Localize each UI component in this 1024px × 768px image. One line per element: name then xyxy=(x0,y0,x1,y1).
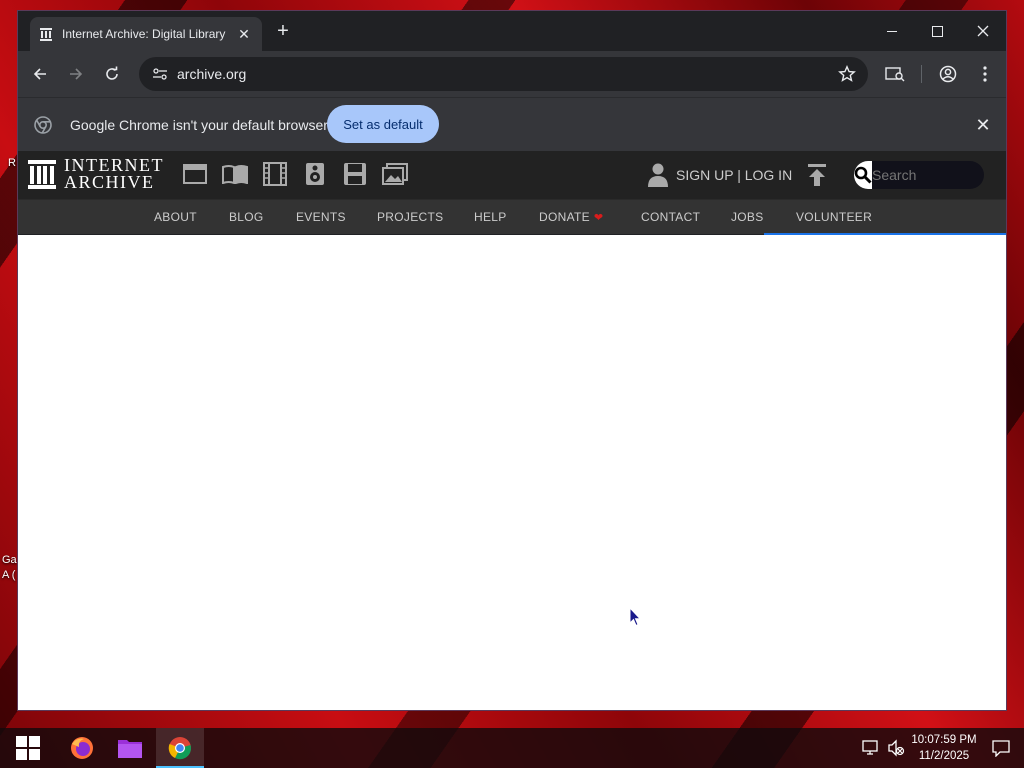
tab-strip: Internet Archive: Digital Library ✕ + xyxy=(18,11,1006,51)
url-text: archive.org xyxy=(177,66,247,82)
ia-logo[interactable]: INTERNET ARCHIVE xyxy=(28,156,164,192)
volume-muted-icon[interactable] xyxy=(887,739,905,757)
nav-item-blog[interactable]: BLOG xyxy=(229,210,264,224)
tab-close-icon[interactable]: ✕ xyxy=(234,26,254,43)
mouse-cursor-icon xyxy=(629,607,641,627)
tab-title: Internet Archive: Digital Library xyxy=(62,27,226,41)
site-info-icon[interactable] xyxy=(143,57,177,91)
nav-item-about[interactable]: ABOUT xyxy=(154,210,197,224)
heart-icon: ❤ xyxy=(593,212,604,224)
ia-temple-icon xyxy=(28,160,56,189)
back-icon[interactable] xyxy=(28,62,52,86)
ia-top-bar: INTERNET ARCHIVE SIGN UP | LOG IN xyxy=(18,151,1006,199)
nav-item-jobs[interactable]: JOBS xyxy=(731,210,764,224)
clock-date: 11/2/2025 xyxy=(918,750,970,762)
system-clock[interactable]: 10:07:59 PM 11/2/2025 xyxy=(904,732,984,764)
browser-tab[interactable]: Internet Archive: Digital Library ✕ xyxy=(30,17,262,51)
firefox-icon[interactable] xyxy=(58,728,106,768)
set-as-default-button[interactable]: Set as default xyxy=(327,105,439,143)
ia-nav-bar: ABOUT BLOG EVENTS PROJECTS HELP DONATE ❤ … xyxy=(18,199,1006,236)
address-bar[interactable]: archive.org xyxy=(139,57,868,91)
nav-item-events[interactable]: EVENTS xyxy=(296,210,346,224)
nav-item-projects[interactable]: PROJECTS xyxy=(377,210,443,224)
texts-icon[interactable] xyxy=(222,161,248,187)
infobar-message: Google Chrome isn't your default browser xyxy=(70,117,328,133)
minimize-icon[interactable] xyxy=(869,11,915,51)
close-window-icon[interactable] xyxy=(960,11,1006,51)
network-icon[interactable] xyxy=(862,739,880,757)
user-account-icon[interactable] xyxy=(647,162,671,188)
reload-icon[interactable] xyxy=(100,62,124,86)
video-icon[interactable] xyxy=(262,161,288,187)
desktop-label-fragment: A ( xyxy=(2,569,16,581)
software-icon[interactable] xyxy=(342,161,368,187)
bookmark-star-icon[interactable] xyxy=(838,65,856,83)
profile-icon[interactable] xyxy=(936,62,960,86)
desktop-label-fragment: Ga xyxy=(2,554,17,566)
search-icon[interactable] xyxy=(854,161,872,189)
infobar-close-icon[interactable]: ✕ xyxy=(974,115,992,136)
start-icon[interactable] xyxy=(4,728,52,768)
new-tab-icon[interactable]: + xyxy=(272,20,294,42)
audio-icon[interactable] xyxy=(302,161,328,187)
ia-logo-line2: ARCHIVE xyxy=(64,172,155,192)
nav-item-help[interactable]: HELP xyxy=(474,210,507,224)
default-browser-infobar: Google Chrome isn't your default browser… xyxy=(18,97,1006,151)
toolbar-separator xyxy=(921,65,922,83)
menu-kebab-icon[interactable] xyxy=(973,62,997,86)
taskbar: 10:07:59 PM 11/2/2025 xyxy=(0,728,1024,768)
browser-window: Internet Archive: Digital Library ✕ + ar… xyxy=(17,10,1007,711)
maximize-icon[interactable] xyxy=(914,11,960,51)
file-explorer-icon[interactable] xyxy=(106,728,154,768)
search-input[interactable] xyxy=(872,161,984,189)
archive-favicon-icon xyxy=(38,26,54,42)
reading-mode-icon[interactable] xyxy=(883,62,907,86)
chrome-logo-icon xyxy=(34,116,52,134)
upload-icon[interactable] xyxy=(807,163,829,187)
forward-icon[interactable] xyxy=(64,62,88,86)
page-content-area xyxy=(18,235,1006,710)
chrome-icon[interactable] xyxy=(156,728,204,768)
sign-up-log-in-link[interactable]: SIGN UP | LOG IN xyxy=(676,167,792,183)
nav-item-donate[interactable]: DONATE ❤ xyxy=(539,210,603,224)
images-icon[interactable] xyxy=(382,161,408,187)
web-icon[interactable] xyxy=(182,161,208,187)
desktop-label-fragment: R xyxy=(8,157,16,169)
nav-item-volunteer[interactable]: VOLUNTEER xyxy=(796,210,872,224)
clock-time: 10:07:59 PM xyxy=(911,734,977,746)
nav-item-donate-label: DONATE xyxy=(539,210,590,224)
ia-search-box[interactable] xyxy=(854,161,984,189)
browser-toolbar: archive.org xyxy=(18,51,1006,97)
nav-item-contact[interactable]: CONTACT xyxy=(641,210,700,224)
notification-icon[interactable] xyxy=(992,739,1010,758)
